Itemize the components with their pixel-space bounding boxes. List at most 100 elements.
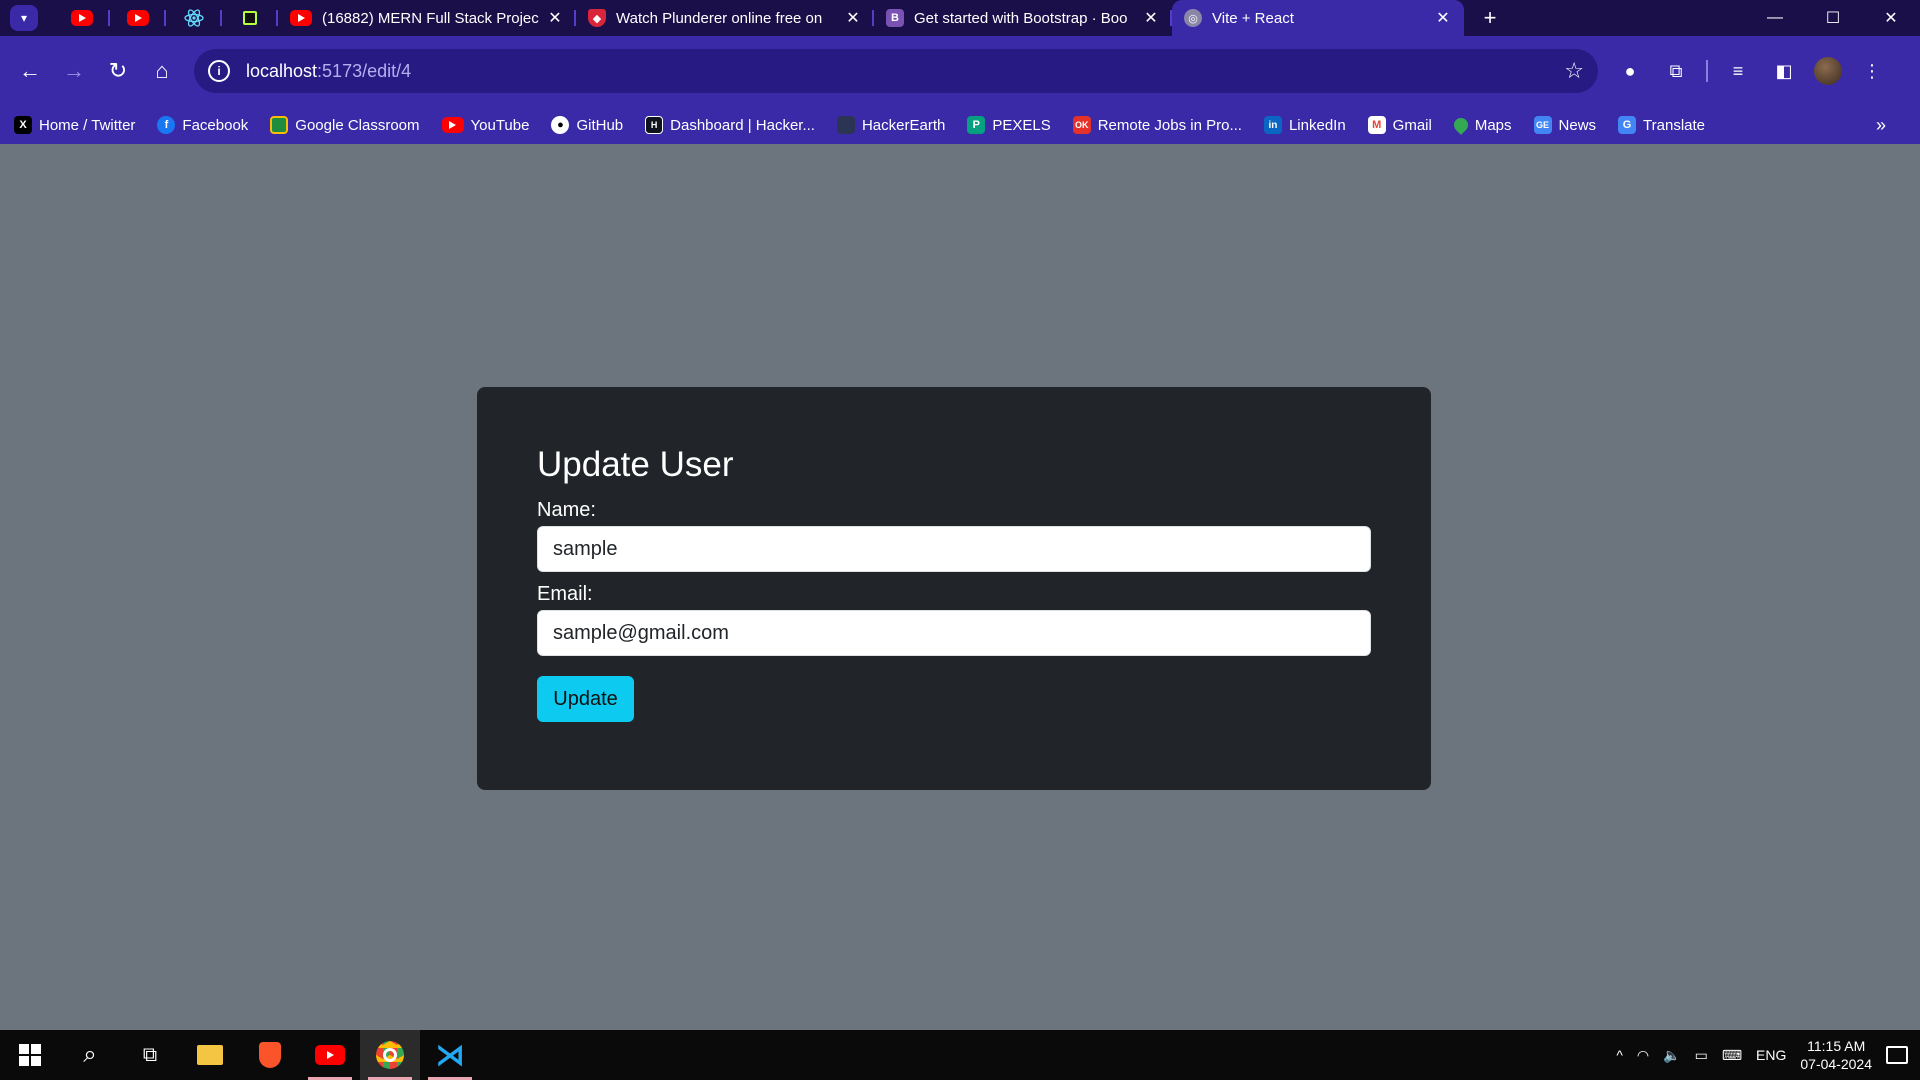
pinned-tab-youtube-2[interactable] — [110, 0, 166, 36]
pinned-tab-youtube-1[interactable] — [54, 0, 110, 36]
bookmark-label: YouTube — [470, 116, 530, 134]
windows-logo-icon — [19, 1044, 41, 1066]
brave-lion-icon — [259, 1042, 281, 1068]
profile-avatar[interactable] — [1814, 57, 1842, 85]
close-icon[interactable]: ✕ — [844, 8, 862, 28]
email-input[interactable]: sample@gmail.com — [537, 610, 1371, 656]
bookmark-star-icon[interactable]: ☆ — [1564, 58, 1584, 84]
pinned-tab-app[interactable] — [222, 0, 278, 36]
bookmark-news[interactable]: GE News — [1533, 116, 1596, 134]
minimize-icon[interactable]: — — [1746, 0, 1804, 36]
gmail-icon: M — [1367, 116, 1386, 134]
linkedin-icon: in — [1263, 116, 1282, 134]
maximize-icon[interactable]: ☐ — [1804, 0, 1862, 36]
taskbar-vscode[interactable]: ⋊ — [420, 1030, 480, 1080]
site-info-icon[interactable]: i — [208, 60, 230, 82]
name-label: Name: — [537, 499, 596, 521]
back-button[interactable]: ← — [8, 49, 52, 93]
youtube-icon — [441, 117, 464, 133]
close-icon[interactable]: ✕ — [1142, 8, 1160, 28]
media-controls-icon[interactable]: ≡ — [1722, 55, 1754, 87]
bookmark-github[interactable]: ● GitHub — [551, 116, 623, 134]
bookmark-remote-jobs[interactable]: OK Remote Jobs in Pro... — [1072, 116, 1242, 134]
new-tab-button[interactable]: + — [1470, 5, 1510, 31]
tab-vite-react[interactable]: ◎ Vite + React ✕ — [1172, 0, 1464, 36]
extensions-puzzle-icon[interactable]: ⧉ — [1660, 55, 1692, 87]
bookmark-twitter[interactable]: X Home / Twitter — [14, 116, 135, 134]
kebab-menu-icon[interactable]: ⋮ — [1856, 55, 1888, 87]
bookmark-hackerearth[interactable]: HackerEarth — [836, 116, 945, 134]
bootstrap-icon: B — [886, 9, 904, 27]
hackerearth-icon — [836, 116, 855, 134]
bookmark-gmail[interactable]: M Gmail — [1367, 116, 1432, 134]
name-input[interactable]: sample — [537, 526, 1371, 572]
extension-ghost-icon[interactable]: ● — [1614, 55, 1646, 87]
update-button[interactable]: Update — [537, 676, 634, 722]
email-label: Email: — [537, 583, 593, 605]
youtube-icon — [127, 10, 149, 26]
page-viewport: Update User Name: sample Email: sample@g… — [0, 144, 1920, 1030]
form-title: Update User — [537, 445, 734, 484]
bookmark-facebook[interactable]: f Facebook — [157, 116, 248, 134]
classroom-icon — [270, 116, 289, 134]
email-input-value: sample@gmail.com — [553, 621, 729, 644]
bookmark-hackerrank[interactable]: H Dashboard | Hacker... — [645, 116, 815, 134]
close-icon[interactable]: ✕ — [546, 8, 564, 28]
bookmark-label: Gmail — [1392, 116, 1432, 134]
home-icon: ⌂ — [155, 58, 169, 83]
bookmark-youtube[interactable]: YouTube — [441, 116, 530, 134]
browser-toolbar: ← → ↻ ⌂ i localhost:5173/edit/4 ☆ ● ⧉ ≡ … — [0, 36, 1920, 106]
bookmark-label: Dashboard | Hacker... — [670, 116, 815, 134]
home-button[interactable]: ⌂ — [140, 49, 184, 93]
clock-date: 07-04-2024 — [1800, 1056, 1872, 1072]
translate-icon: G — [1618, 116, 1637, 134]
taskbar-chrome[interactable] — [360, 1030, 420, 1080]
bookmark-classroom[interactable]: Google Classroom — [270, 116, 420, 134]
side-panel-icon[interactable]: ◧ — [1768, 55, 1800, 87]
volume-icon[interactable]: 🔈 — [1663, 1047, 1680, 1064]
close-icon[interactable]: ✕ — [1434, 8, 1452, 28]
hackerrank-icon: H — [645, 116, 664, 134]
pinned-tabs — [54, 0, 278, 36]
bookmark-maps[interactable]: Maps — [1450, 115, 1512, 135]
keyboard-icon[interactable]: ⌨ — [1722, 1047, 1742, 1064]
tab-title: Watch Plunderer online free on — [616, 9, 823, 27]
task-view-button[interactable]: ⧉ — [120, 1030, 180, 1080]
language-indicator[interactable]: ENG — [1756, 1047, 1786, 1063]
youtube-icon — [71, 10, 93, 26]
tab-bootstrap[interactable]: B Get started with Bootstrap · Boo ✕ — [874, 0, 1172, 36]
clock[interactable]: 11:15 AM 07-04-2024 — [1800, 1037, 1872, 1073]
chevron-up-icon[interactable]: ^ — [1616, 1047, 1623, 1063]
close-window-icon[interactable]: ✕ — [1862, 0, 1920, 36]
wifi-icon[interactable]: ◠ — [1637, 1047, 1649, 1064]
bookmark-label: Facebook — [182, 116, 249, 134]
task-view-icon: ⧉ — [142, 1043, 158, 1066]
bookmark-translate[interactable]: G Translate — [1618, 116, 1705, 134]
taskbar-brave[interactable] — [240, 1030, 300, 1080]
battery-icon[interactable]: ▭ — [1695, 1047, 1708, 1064]
forward-button[interactable]: → — [52, 49, 96, 93]
tab-search-button[interactable]: ▾ — [10, 5, 38, 31]
toolbar-icons: ● ⧉ ≡ ◧ ⋮ — [1614, 55, 1888, 87]
clock-time: 11:15 AM — [1807, 1038, 1866, 1054]
tab-title: (16882) MERN Full Stack Projec — [322, 9, 539, 27]
windows-taskbar: ⌕ ⧉ ⋊ ^ ◠ 🔈 ▭ ⌨ ENG 11:15 AM 07-04-2024 — [0, 1030, 1920, 1080]
tab-plunderer[interactable]: ◆ Watch Plunderer online free on ✕ — [576, 0, 874, 36]
tab-mern[interactable]: (16882) MERN Full Stack Projec ✕ — [278, 0, 576, 36]
chevron-double-right-icon[interactable]: » — [1876, 115, 1886, 136]
reload-button[interactable]: ↻ — [96, 49, 140, 93]
chevron-down-icon: ▾ — [20, 11, 28, 25]
facebook-icon: f — [157, 116, 176, 134]
pinned-tab-react[interactable] — [166, 0, 222, 36]
folder-icon — [197, 1045, 223, 1065]
search-button[interactable]: ⌕ — [60, 1030, 120, 1080]
bookmark-linkedin[interactable]: in LinkedIn — [1263, 116, 1346, 134]
ok-icon: OK — [1072, 116, 1091, 134]
bookmark-pexels[interactable]: P PEXELS — [967, 116, 1051, 134]
taskbar-file-explorer[interactable] — [180, 1030, 240, 1080]
address-bar[interactable]: i localhost:5173/edit/4 ☆ — [194, 49, 1598, 93]
notifications-icon[interactable] — [1886, 1046, 1908, 1064]
start-button[interactable] — [0, 1030, 60, 1080]
taskbar-youtube[interactable] — [300, 1030, 360, 1080]
name-input-value: sample — [553, 537, 618, 560]
